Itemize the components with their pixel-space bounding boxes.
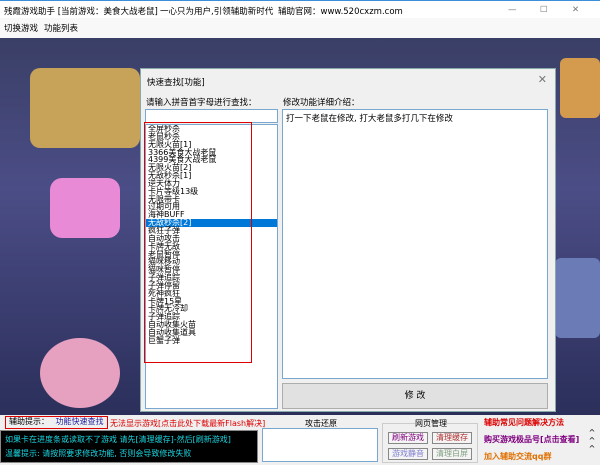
- clear-cache-button[interactable]: 清理缓存: [432, 432, 472, 444]
- dialog-close-button[interactable]: ✕: [538, 73, 547, 86]
- flash-warning-link[interactable]: 无法显示游戏[点击此处下载最新Flash解决]: [110, 418, 265, 429]
- list-item[interactable]: 巨蟹子弹: [146, 336, 277, 345]
- buy-account-link[interactable]: 购买游戏极品号[点击查看]: [484, 434, 579, 445]
- clear-white-screen-button[interactable]: 清理白屏: [432, 448, 472, 460]
- title-bar: 残霞游戏助手 [当前游戏：美食大战老鼠] 一心只为用户,引领辅助新时代 辅助官网…: [0, 0, 600, 18]
- restore-box[interactable]: [262, 428, 378, 462]
- refresh-game-button[interactable]: 刷新游戏: [388, 432, 428, 444]
- game-character: [560, 58, 600, 118]
- console-line: 如果卡在进度条或读取不了游戏 请先[清理缓存]-然后[刷新游戏]: [5, 435, 231, 444]
- game-character: [50, 178, 120, 238]
- game-character: [555, 258, 600, 338]
- console-line: 温馨提示: 请按照要求修改功能, 否则会导致修改失败: [5, 449, 192, 458]
- modify-button[interactable]: 修 改: [282, 383, 548, 409]
- function-list[interactable]: 全屏秒杀 老鼠秒杀 无限火苗[1] 3366美食大战老鼠 4399美食大战老鼠 无限火苗[…: [145, 124, 278, 409]
- search-input[interactable]: [145, 109, 278, 123]
- description-textarea[interactable]: 打一下老鼠在修改, 打大老鼠多打几下在修改: [282, 109, 548, 379]
- close-button[interactable]: ✕: [572, 5, 579, 15]
- scroll-up-button[interactable]: ^ ^ ^: [586, 429, 598, 453]
- minimize-button[interactable]: —: [508, 5, 517, 15]
- join-qq-group-link[interactable]: 加入辅助交流qq群: [484, 451, 551, 462]
- mute-game-button[interactable]: 游戏静音: [388, 448, 428, 460]
- quick-find-link[interactable]: 功能快速查找: [56, 417, 104, 426]
- bottom-panel: 辅助提示： 功能快速查找 无法显示游戏[点击此处下载最新Flash解决] 如果卡…: [0, 415, 600, 465]
- menu-function-list[interactable]: 功能列表: [44, 22, 78, 34]
- tip-box: 辅助提示： 功能快速查找: [5, 416, 108, 429]
- quick-find-dialog: 快速查找[功能] ✕ 请输入拼音首字母进行查找： 修改功能详细介绍： 全屏秒杀老…: [140, 68, 556, 412]
- maximize-button[interactable]: ☐: [540, 5, 548, 15]
- game-character: [40, 338, 120, 408]
- console-output: 如果卡在进度条或读取不了游戏 请先[清理缓存]-然后[刷新游戏] 温馨提示: 请…: [0, 430, 258, 463]
- search-label: 请输入拼音首字母进行查找：: [146, 98, 257, 108]
- web-manage-label: 网页管理: [415, 418, 447, 429]
- dialog-title: 快速查找[功能]: [147, 78, 205, 88]
- site-link[interactable]: 辅助官网：www.520cxzm.com: [278, 5, 403, 17]
- tip-label: 辅助提示：: [9, 417, 49, 426]
- faq-link[interactable]: 辅助常见问题解决方法: [484, 417, 564, 428]
- menu-bar: 切换游戏 功能列表: [0, 18, 600, 38]
- window-title: 残霞游戏助手 [当前游戏：美食大战老鼠]: [4, 7, 158, 17]
- menu-switch-game[interactable]: 切换游戏: [4, 22, 38, 34]
- description-label: 修改功能详细介绍：: [283, 98, 360, 108]
- slogan: 一心只为用户,引领辅助新时代: [160, 7, 274, 17]
- game-logo: [30, 68, 140, 148]
